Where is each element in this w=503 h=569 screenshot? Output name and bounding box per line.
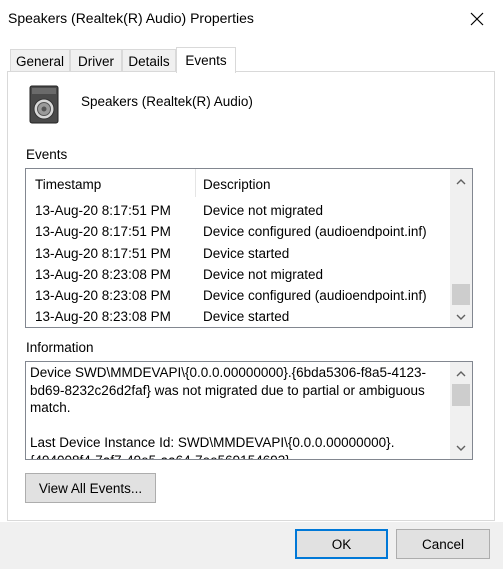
events-label: Events	[26, 147, 68, 162]
event-timestamp: 13-Aug-20 8:23:08 PM	[35, 267, 171, 282]
information-label: Information	[26, 340, 94, 355]
event-row[interactable]: 13-Aug-20 8:17:51 PM Device configured (…	[26, 222, 450, 243]
ok-button[interactable]: OK	[295, 529, 388, 559]
tab-driver[interactable]: Driver	[70, 49, 122, 72]
chevron-down-icon	[456, 445, 465, 451]
scroll-up-arrow[interactable]	[452, 365, 469, 382]
event-description: Device started	[203, 246, 290, 261]
close-icon	[470, 12, 484, 26]
device-name: Speakers (Realtek(R) Audio)	[81, 94, 253, 109]
information-scrollbar[interactable]	[450, 362, 472, 459]
chevron-up-icon	[456, 178, 465, 184]
scroll-down-arrow[interactable]	[452, 308, 469, 325]
event-description: Device configured (audioendpoint.inf)	[203, 288, 427, 303]
window-title: Speakers (Realtek(R) Audio) Properties	[8, 10, 254, 26]
tab-details[interactable]: Details	[122, 49, 176, 72]
close-button[interactable]	[455, 2, 499, 36]
cancel-button[interactable]: Cancel	[396, 529, 490, 559]
event-description: Device started	[203, 309, 290, 324]
column-divider[interactable]	[195, 169, 196, 197]
scroll-thumb[interactable]	[452, 284, 470, 305]
event-timestamp: 13-Aug-20 8:17:51 PM	[35, 246, 171, 261]
scroll-down-arrow[interactable]	[452, 439, 469, 456]
events-scrollbar[interactable]	[450, 169, 472, 327]
event-description: Device not migrated	[203, 203, 324, 218]
scroll-up-arrow[interactable]	[452, 173, 469, 190]
information-textbox[interactable]: Device SWD\MMDEVAPI\{0.0.0.00000000}.{6b…	[25, 361, 473, 460]
event-row[interactable]: 13-Aug-20 8:17:51 PM Device not migrated	[26, 201, 450, 222]
tab-events[interactable]: Events	[176, 47, 236, 73]
event-row[interactable]: 13-Aug-20 8:23:08 PM Device started	[26, 307, 450, 327]
event-description: Device configured (audioendpoint.inf)	[203, 224, 427, 239]
scroll-thumb[interactable]	[452, 384, 470, 406]
event-timestamp: 13-Aug-20 8:17:51 PM	[35, 224, 171, 239]
event-timestamp: 13-Aug-20 8:17:51 PM	[35, 203, 171, 218]
event-timestamp: 13-Aug-20 8:23:08 PM	[35, 309, 171, 324]
chevron-up-icon	[456, 370, 465, 376]
event-timestamp: 13-Aug-20 8:23:08 PM	[35, 288, 171, 303]
events-list[interactable]: Timestamp Description 13-Aug-20 8:17:51 …	[25, 168, 473, 328]
event-row[interactable]: 13-Aug-20 8:17:51 PM Device started	[26, 244, 450, 265]
view-all-events-button[interactable]: View All Events...	[25, 473, 156, 503]
chevron-down-icon	[456, 314, 465, 320]
tab-general[interactable]: General	[10, 49, 70, 72]
event-row[interactable]: 13-Aug-20 8:23:08 PM Device not migrated	[26, 265, 450, 286]
event-description: Device not migrated	[203, 267, 324, 282]
information-text[interactable]: Device SWD\MMDEVAPI\{0.0.0.00000000}.{6b…	[30, 364, 450, 459]
column-header-description[interactable]: Description	[203, 169, 271, 199]
speaker-icon	[29, 85, 60, 125]
column-header-timestamp[interactable]: Timestamp	[35, 169, 101, 199]
event-row[interactable]: 13-Aug-20 8:23:08 PM Device configured (…	[26, 286, 450, 307]
